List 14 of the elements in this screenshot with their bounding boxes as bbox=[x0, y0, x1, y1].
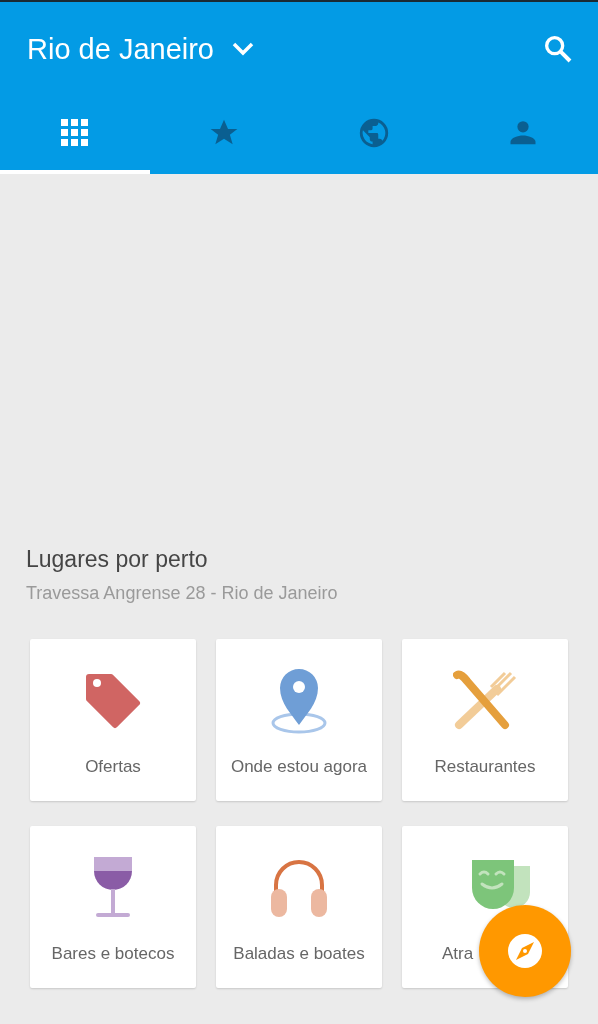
dropdown-caret-icon[interactable] bbox=[232, 42, 254, 56]
section-title: Lugares por perto bbox=[26, 546, 209, 573]
address-text: Travessa Angrense 28 - Rio de Janeiro bbox=[26, 583, 339, 604]
city-title: Rio de Janeiro bbox=[27, 32, 214, 66]
category-card[interactable]: Ofertas bbox=[30, 639, 196, 801]
category-card[interactable]: Onde estou agora bbox=[216, 639, 382, 801]
category-card[interactable]: Baladas e boates bbox=[216, 826, 382, 988]
grid-icon bbox=[60, 119, 89, 147]
compass-icon bbox=[507, 933, 543, 969]
tag-icon bbox=[83, 671, 143, 731]
category-card[interactable]: Bares e botecos bbox=[30, 826, 196, 988]
location-pin-icon bbox=[270, 667, 328, 735]
category-card[interactable]: Restaurantes bbox=[402, 639, 568, 801]
headphones-icon bbox=[270, 857, 328, 919]
